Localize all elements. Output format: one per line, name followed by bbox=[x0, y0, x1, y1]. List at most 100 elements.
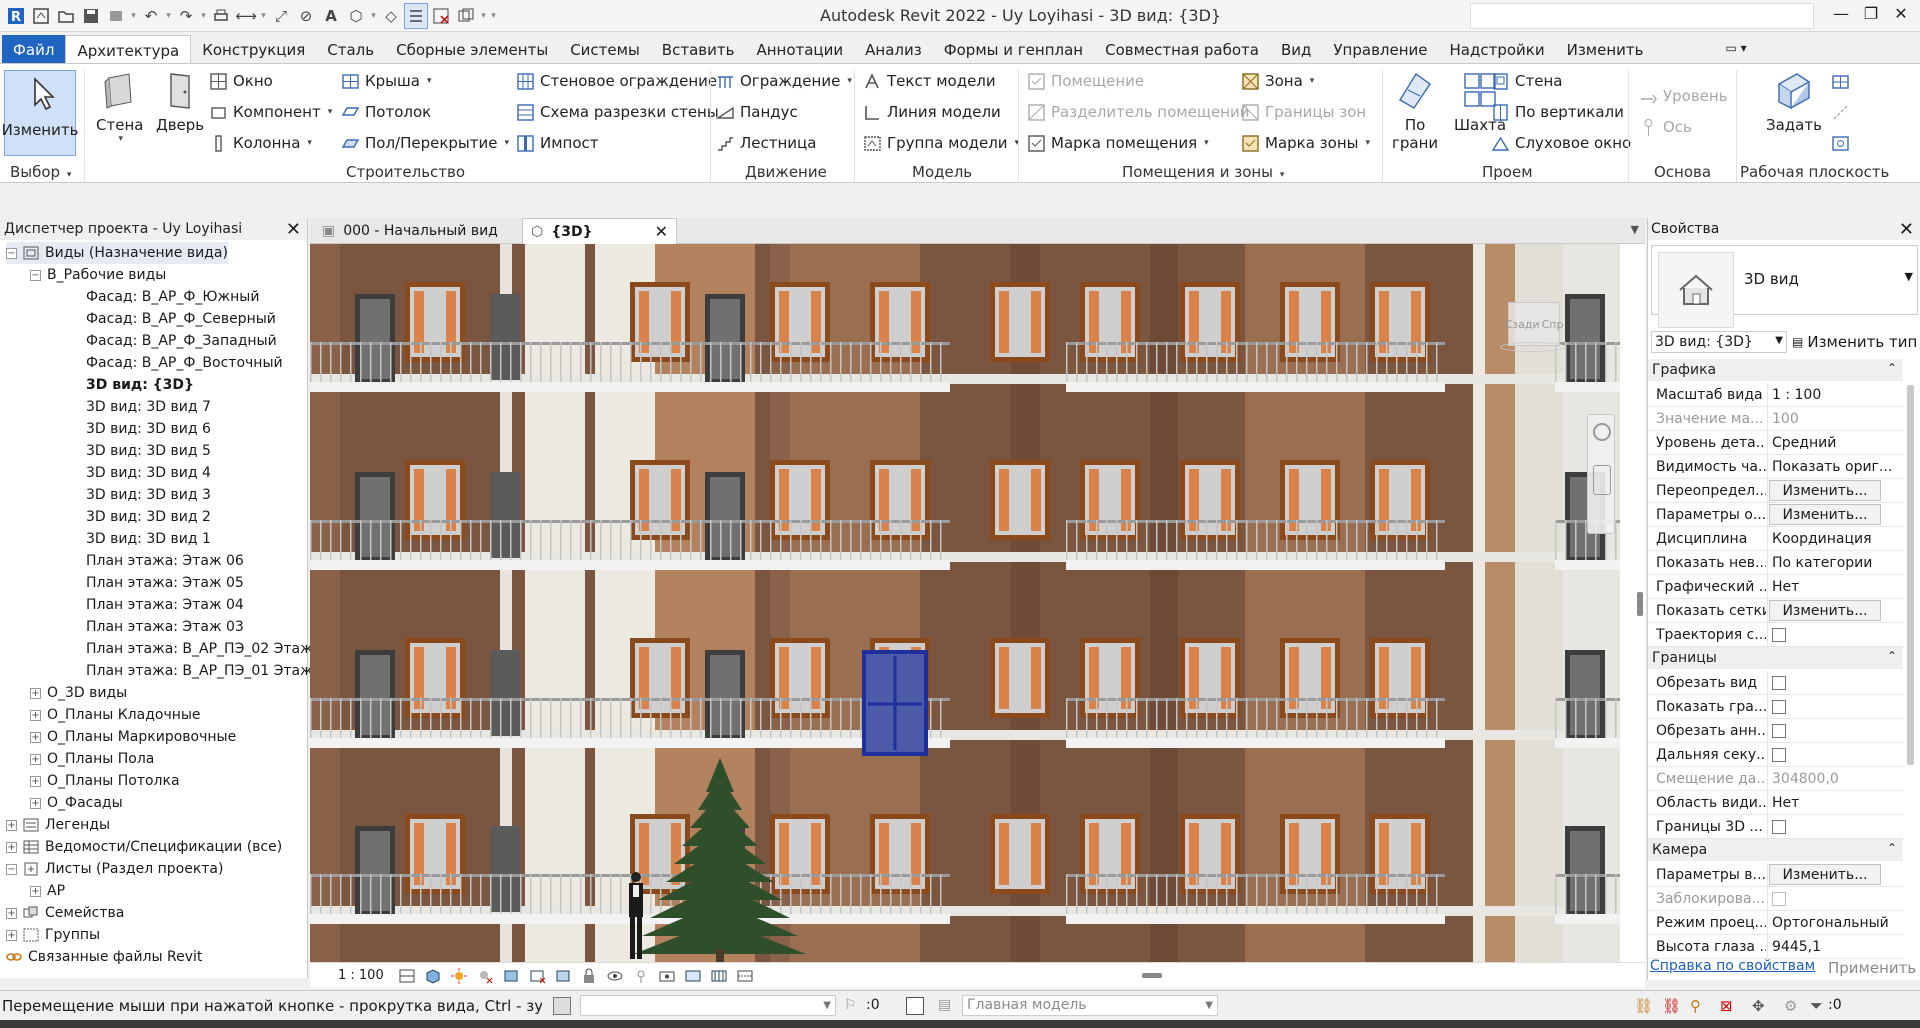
worksharing-icon[interactable] bbox=[658, 967, 676, 985]
property-value[interactable]: Нет bbox=[1767, 575, 1903, 599]
aligned-dimension-icon[interactable]: ⤢ bbox=[269, 3, 293, 29]
tab-steel[interactable]: Сталь bbox=[316, 35, 385, 63]
collapse-icon[interactable]: ⌃ bbox=[1887, 361, 1897, 375]
tab-precast[interactable]: Сборные элементы bbox=[385, 35, 559, 63]
expand-icon[interactable]: + bbox=[30, 709, 41, 721]
tab-structure[interactable]: Конструкция bbox=[191, 35, 316, 63]
property-checkbox[interactable] bbox=[1772, 628, 1786, 642]
property-value[interactable]: Нет bbox=[1767, 791, 1903, 815]
dropdown-arrow-icon[interactable]: ▾ bbox=[427, 76, 432, 86]
close-icon[interactable]: ✕ bbox=[1886, 4, 1916, 28]
chevron-down-icon[interactable]: ▼ bbox=[1905, 270, 1913, 283]
tab-file[interactable]: Файл bbox=[2, 35, 66, 63]
property-value[interactable]: Средний bbox=[1767, 431, 1903, 455]
sync-icon[interactable] bbox=[104, 3, 128, 29]
dropdown-arrow-icon[interactable]: ▾ bbox=[307, 138, 312, 148]
property-checkbox[interactable] bbox=[1772, 748, 1786, 762]
tree-item[interactable]: Связанные файлы Revit bbox=[6, 946, 202, 968]
tree-item[interactable]: 3D вид: 3D вид 1 bbox=[86, 528, 211, 550]
dropdown-arrow-icon[interactable]: ▾ bbox=[199, 3, 208, 29]
3d-view-icon[interactable]: ⬡ bbox=[344, 3, 368, 29]
editing-requests-icon[interactable]: ⚐ bbox=[844, 997, 857, 1013]
tree-item[interactable]: План этажа: В_АР_ПЭ_02 Этаж bbox=[86, 638, 313, 660]
tab-modify[interactable]: Изменить bbox=[1556, 35, 1655, 63]
level-button[interactable]: Уровень bbox=[1638, 86, 1728, 106]
tag-icon[interactable]: ⊘ bbox=[294, 3, 318, 29]
tree-item[interactable]: Фасад: В_АР_Ф_Западный bbox=[86, 330, 277, 352]
close-tab-icon[interactable]: ✕ bbox=[655, 222, 668, 241]
modify-button[interactable]: Изменить bbox=[2, 70, 78, 156]
thin-lines-icon[interactable] bbox=[404, 3, 428, 29]
ref-plane-icon[interactable] bbox=[1830, 102, 1850, 122]
tab-analyze[interactable]: Анализ bbox=[854, 35, 933, 63]
instance-filter-select[interactable]: 3D вид: {3D} ▼ bbox=[1651, 331, 1787, 353]
steering-wheel-icon[interactable] bbox=[1593, 423, 1611, 441]
collapse-icon[interactable]: − bbox=[6, 863, 17, 875]
switch-windows-icon[interactable] bbox=[454, 3, 478, 29]
measure-icon[interactable]: ⟷ bbox=[234, 3, 258, 29]
expand-icon[interactable]: + bbox=[30, 775, 41, 787]
tree-item[interactable]: 3D вид: 3D вид 2 bbox=[86, 506, 211, 528]
text-icon[interactable]: A bbox=[319, 3, 343, 29]
ramp-button[interactable]: Пандус bbox=[715, 102, 798, 122]
customize-qat-icon[interactable]: ▾ bbox=[489, 3, 498, 29]
analytical-model-icon[interactable] bbox=[684, 967, 702, 985]
stair-button[interactable]: Лестница bbox=[715, 133, 816, 153]
viewcube-face-right[interactable]: Спр bbox=[1542, 318, 1564, 331]
dropdown-arrow-icon[interactable]: ▾ bbox=[479, 3, 488, 29]
apply-button[interactable]: Применить bbox=[1828, 959, 1916, 977]
room-tag-button[interactable]: Марка помещения ▾ bbox=[1026, 133, 1209, 153]
expand-icon[interactable]: + bbox=[30, 687, 41, 699]
tree-item[interactable]: + О_Фасады bbox=[30, 792, 123, 814]
dropdown-arrow-icon[interactable]: ▾ bbox=[505, 138, 510, 148]
zoom-icon[interactable] bbox=[1593, 465, 1611, 495]
vertical-scrollbar[interactable] bbox=[1637, 592, 1643, 616]
redo-icon[interactable]: ↷ bbox=[174, 3, 198, 29]
tree-item[interactable]: 3D вид: 3D вид 5 bbox=[86, 440, 211, 462]
column-button[interactable]: Колонна ▾ bbox=[208, 133, 312, 153]
drawing-area[interactable]: Сзади Спр bbox=[310, 244, 1645, 974]
detail-level-icon[interactable] bbox=[398, 967, 416, 985]
horizontal-scrollbar[interactable] bbox=[1142, 973, 1162, 978]
design-options-icon[interactable] bbox=[906, 997, 924, 1015]
tab-collaborate[interactable]: Совместная работа bbox=[1094, 35, 1270, 63]
shadows-icon[interactable] bbox=[476, 967, 494, 985]
show-crop-icon[interactable] bbox=[554, 967, 572, 985]
tab-architecture[interactable]: Архитектура bbox=[65, 35, 192, 63]
tree-item[interactable]: + О_Планы Потолка bbox=[30, 770, 180, 792]
tab-annotate[interactable]: Аннотации bbox=[745, 35, 854, 63]
tree-item[interactable]: + О_Планы Маркировочные bbox=[30, 726, 236, 748]
tree-item[interactable]: + Ведомости/Спецификации (все) bbox=[6, 836, 282, 858]
restore-icon[interactable]: ❐ bbox=[1856, 4, 1886, 28]
highlight-displacement-icon[interactable] bbox=[710, 967, 728, 985]
tree-item[interactable]: + АР bbox=[30, 880, 65, 902]
tree-item[interactable]: + О_Планы Пола bbox=[30, 748, 154, 770]
viewer-icon[interactable] bbox=[1830, 133, 1850, 153]
property-group-header[interactable]: Границы ⌃ bbox=[1648, 647, 1903, 669]
print-icon[interactable] bbox=[209, 3, 233, 29]
close-hidden-windows-icon[interactable] bbox=[429, 3, 453, 29]
tree-item[interactable]: 3D вид: {3D} bbox=[86, 374, 194, 396]
tree-item[interactable]: План этажа: В_АР_ПЭ_01 Этаж bbox=[86, 660, 313, 682]
save-icon[interactable] bbox=[79, 3, 103, 29]
ceiling-button[interactable]: Потолок bbox=[340, 102, 431, 122]
visual-style-icon[interactable] bbox=[424, 967, 442, 985]
model-group-button[interactable]: Группа модели ▾ bbox=[862, 133, 1019, 153]
tab-3d-view[interactable]: ⬡ {3D} ✕ bbox=[522, 218, 677, 244]
railing-button[interactable]: Ограждение ▾ bbox=[715, 71, 852, 91]
sun-path-icon[interactable] bbox=[450, 967, 468, 985]
tab-massing-site[interactable]: Формы и генплан bbox=[933, 35, 1094, 63]
design-option-dropdown-icon[interactable]: ▤ bbox=[938, 997, 951, 1013]
opening-wall-button[interactable]: Стена bbox=[1490, 71, 1562, 91]
properties-help-link[interactable]: Справка по свойствам bbox=[1650, 958, 1815, 974]
dropdown-arrow-icon[interactable]: ▾ bbox=[164, 3, 173, 29]
dropdown-arrow-icon[interactable]: ▾ bbox=[118, 134, 123, 144]
tree-item[interactable]: + О_Планы Кладочные bbox=[30, 704, 201, 726]
property-value[interactable]: Координация bbox=[1767, 527, 1903, 551]
tree-item[interactable]: 3D вид: 3D вид 7 bbox=[86, 396, 211, 418]
collapse-icon[interactable]: − bbox=[30, 269, 41, 281]
curtain-grid-button[interactable]: Схема разрезки стены bbox=[515, 102, 719, 122]
viewcube-face-back[interactable]: Сзади bbox=[1505, 318, 1540, 331]
tab-insert[interactable]: Вставить bbox=[651, 35, 746, 63]
expand-icon[interactable]: + bbox=[6, 907, 17, 919]
